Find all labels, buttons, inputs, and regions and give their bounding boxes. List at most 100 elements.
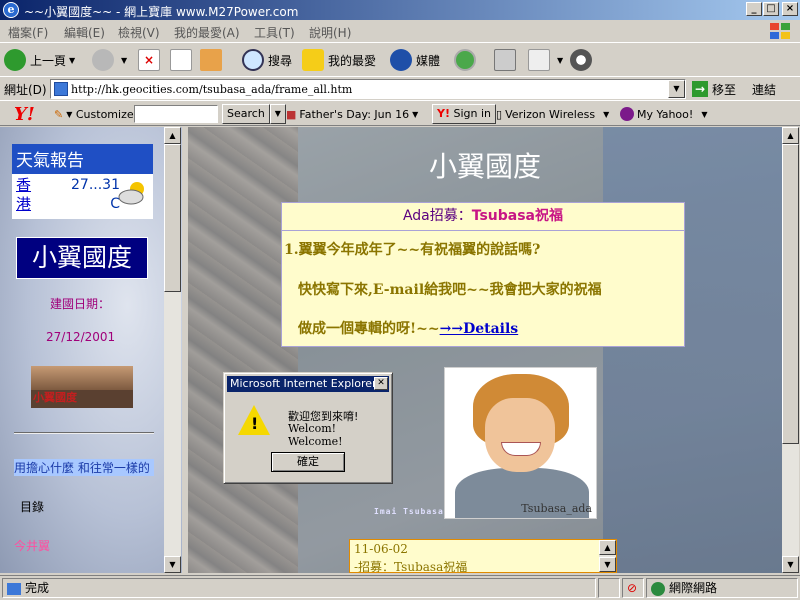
history-icon xyxy=(454,49,476,71)
notice-title: Ada招募：Tsubasa祝福 xyxy=(282,203,684,231)
back-arrow-icon xyxy=(4,49,26,71)
address-label: 網址(D) xyxy=(4,83,47,97)
printer-icon xyxy=(494,49,516,71)
dialog-ok-button[interactable]: 確定 xyxy=(271,452,345,472)
photo-caption: Tsubasa_ada xyxy=(521,502,592,515)
notice-line-1: 1.翼翼今年成年了~~有祝福翼的說話嗎? xyxy=(284,242,541,258)
customize-button[interactable]: ✎ ▼ Customize xyxy=(54,104,134,124)
gift-icon: ■ xyxy=(286,107,297,121)
star-icon xyxy=(302,49,324,71)
dialog-close-icon[interactable]: ✕ xyxy=(374,377,388,390)
menu-view[interactable]: 檢視(V) xyxy=(118,24,160,41)
edit-icon xyxy=(528,49,550,71)
signin-button[interactable]: Y! Sign in xyxy=(432,104,497,124)
back-button[interactable]: 上一頁 ▼ xyxy=(4,46,75,74)
toc-link[interactable]: 目錄 xyxy=(20,498,44,515)
messenger-icon xyxy=(570,49,592,71)
verizon-link[interactable]: ▯ Verizon Wireless ▼ xyxy=(496,104,609,124)
standard-toolbar: 上一頁 ▼ ▼ × 搜尋 我的最愛 媒體 ▼ xyxy=(0,42,800,76)
main-frame-scrollbar[interactable]: ▲ ▼ xyxy=(782,127,799,573)
favorites-label: 我的最愛 xyxy=(328,53,377,68)
weather-widget: 天氣報告 香港 27...31 C xyxy=(12,144,153,219)
site-logo[interactable]: 小翼國度 xyxy=(16,237,148,279)
forward-button[interactable]: ▼ xyxy=(92,46,127,74)
search-dropdown-icon: ▼ xyxy=(269,104,286,124)
menu-help[interactable]: 說明(H) xyxy=(309,24,351,41)
scroll-down-icon[interactable]: ▼ xyxy=(164,556,181,573)
refresh-icon xyxy=(170,49,192,71)
banner-photo xyxy=(31,366,133,390)
window-title: ~~小翼國度~~ - 網上寶庫 www.M27Power.com xyxy=(24,5,299,19)
news-scroll-down-icon[interactable]: ▼ xyxy=(599,557,616,572)
home-button[interactable] xyxy=(200,46,226,74)
news-scrollbar[interactable]: ▲ ▼ xyxy=(599,540,616,572)
yahoo-search-input[interactable] xyxy=(134,104,218,124)
page-done-icon xyxy=(7,582,21,595)
status-bar: 完成 ⊘ 網際網路 xyxy=(0,575,800,600)
history-button[interactable] xyxy=(454,46,480,74)
ie-icon[interactable]: e xyxy=(3,2,19,18)
go-button[interactable]: → 移至 xyxy=(692,79,736,99)
links-button[interactable]: 連結 xyxy=(752,81,776,98)
internet-zone-icon xyxy=(651,581,665,596)
media-button[interactable]: 媒體 xyxy=(390,46,440,74)
edit-button[interactable]: ▼ xyxy=(528,46,563,74)
profile-photo: Tsubasa_ada xyxy=(444,367,597,519)
maximize-button[interactable]: □ xyxy=(763,2,779,16)
windows-logo-icon xyxy=(770,23,790,39)
title-bar: e ~~小翼國度~~ - 網上寶庫 www.M27Power.com _ □ × xyxy=(0,0,800,20)
address-dropdown[interactable]: ▼ xyxy=(668,80,685,98)
address-url: http://hk.geocities.com/tsubasa_ada/fram… xyxy=(71,83,353,96)
site-banner[interactable]: 小翼國度 xyxy=(31,366,133,408)
established-date: 27/12/2001 xyxy=(46,330,116,344)
back-label: 上一頁 xyxy=(30,53,67,68)
established-label: 建國日期： xyxy=(50,297,111,311)
marquee-text: 用擔心什麼 和往常一樣的 xyxy=(14,459,154,476)
favorites-button[interactable]: 我的最愛 xyxy=(302,46,376,74)
menu-tools[interactable]: 工具(T) xyxy=(254,24,295,41)
yahoo-search-button[interactable]: Search ▼ xyxy=(222,104,286,124)
blocked-panel: ⊘ xyxy=(622,578,644,598)
status-text: 完成 xyxy=(2,578,596,598)
menu-favorites[interactable]: 我的最愛(A) xyxy=(174,24,240,41)
name-link[interactable]: 今井翼 xyxy=(14,537,50,554)
scroll-up-icon[interactable]: ▲ xyxy=(164,127,181,144)
fathers-day-link[interactable]: ■ Father's Day: Jun 16 ▼ xyxy=(286,104,418,124)
print-button[interactable] xyxy=(494,46,520,74)
menu-edit[interactable]: 編輯(E) xyxy=(64,24,105,41)
stop-icon: × xyxy=(138,49,160,71)
cloudy-sun-icon xyxy=(118,182,144,205)
weather-city-link[interactable]: 香港 xyxy=(16,176,34,214)
media-icon xyxy=(390,49,412,71)
zone-panel: 網際網路 xyxy=(646,578,798,598)
address-input[interactable]: http://hk.geocities.com/tsubasa_ada/fram… xyxy=(50,79,686,99)
search-label: 搜尋 xyxy=(268,53,293,68)
news-scroll-up-icon[interactable]: ▲ xyxy=(599,540,616,555)
minimize-button[interactable]: _ xyxy=(746,2,762,16)
search-button[interactable]: 搜尋 xyxy=(242,46,292,74)
menu-file[interactable]: 檔案(F) xyxy=(8,24,48,41)
details-link[interactable]: →→Details xyxy=(440,321,519,337)
my-yahoo-icon xyxy=(620,107,634,121)
main-scroll-down-icon[interactable]: ▼ xyxy=(782,556,799,573)
messenger-button[interactable] xyxy=(570,46,596,74)
left-frame-scrollbar[interactable]: ▲ ▼ xyxy=(164,127,181,573)
alert-dialog: Microsoft Internet Explorer ✕ ! 歡迎您到來唷! … xyxy=(223,372,393,484)
scroll-thumb[interactable] xyxy=(164,144,181,292)
dialog-message-en: Welcom! Welcome! xyxy=(288,422,343,448)
stop-button[interactable]: × xyxy=(138,46,164,74)
yahoo-logo[interactable]: Y! xyxy=(14,104,35,125)
my-yahoo-link[interactable]: My Yahoo! ▼ xyxy=(620,104,708,124)
main-scroll-up-icon[interactable]: ▲ xyxy=(782,127,799,144)
search-icon xyxy=(242,49,264,71)
close-button[interactable]: × xyxy=(782,2,798,16)
news-box: 11-06-02 -招募：Tsubasa祝福 ▲ ▼ xyxy=(349,539,617,573)
go-arrow-icon: → xyxy=(692,81,708,97)
news-item[interactable]: -招募：Tsubasa祝福 xyxy=(354,558,467,572)
news-date: 11-06-02 xyxy=(354,542,408,556)
refresh-button[interactable] xyxy=(170,46,196,74)
phone-icon: ▯ xyxy=(496,107,503,121)
menu-bar: 檔案(F) 編輯(E) 檢視(V) 我的最愛(A) 工具(T) 說明(H) xyxy=(0,20,800,42)
main-scroll-thumb[interactable] xyxy=(782,144,799,444)
weather-title: 天氣報告 xyxy=(12,144,153,174)
